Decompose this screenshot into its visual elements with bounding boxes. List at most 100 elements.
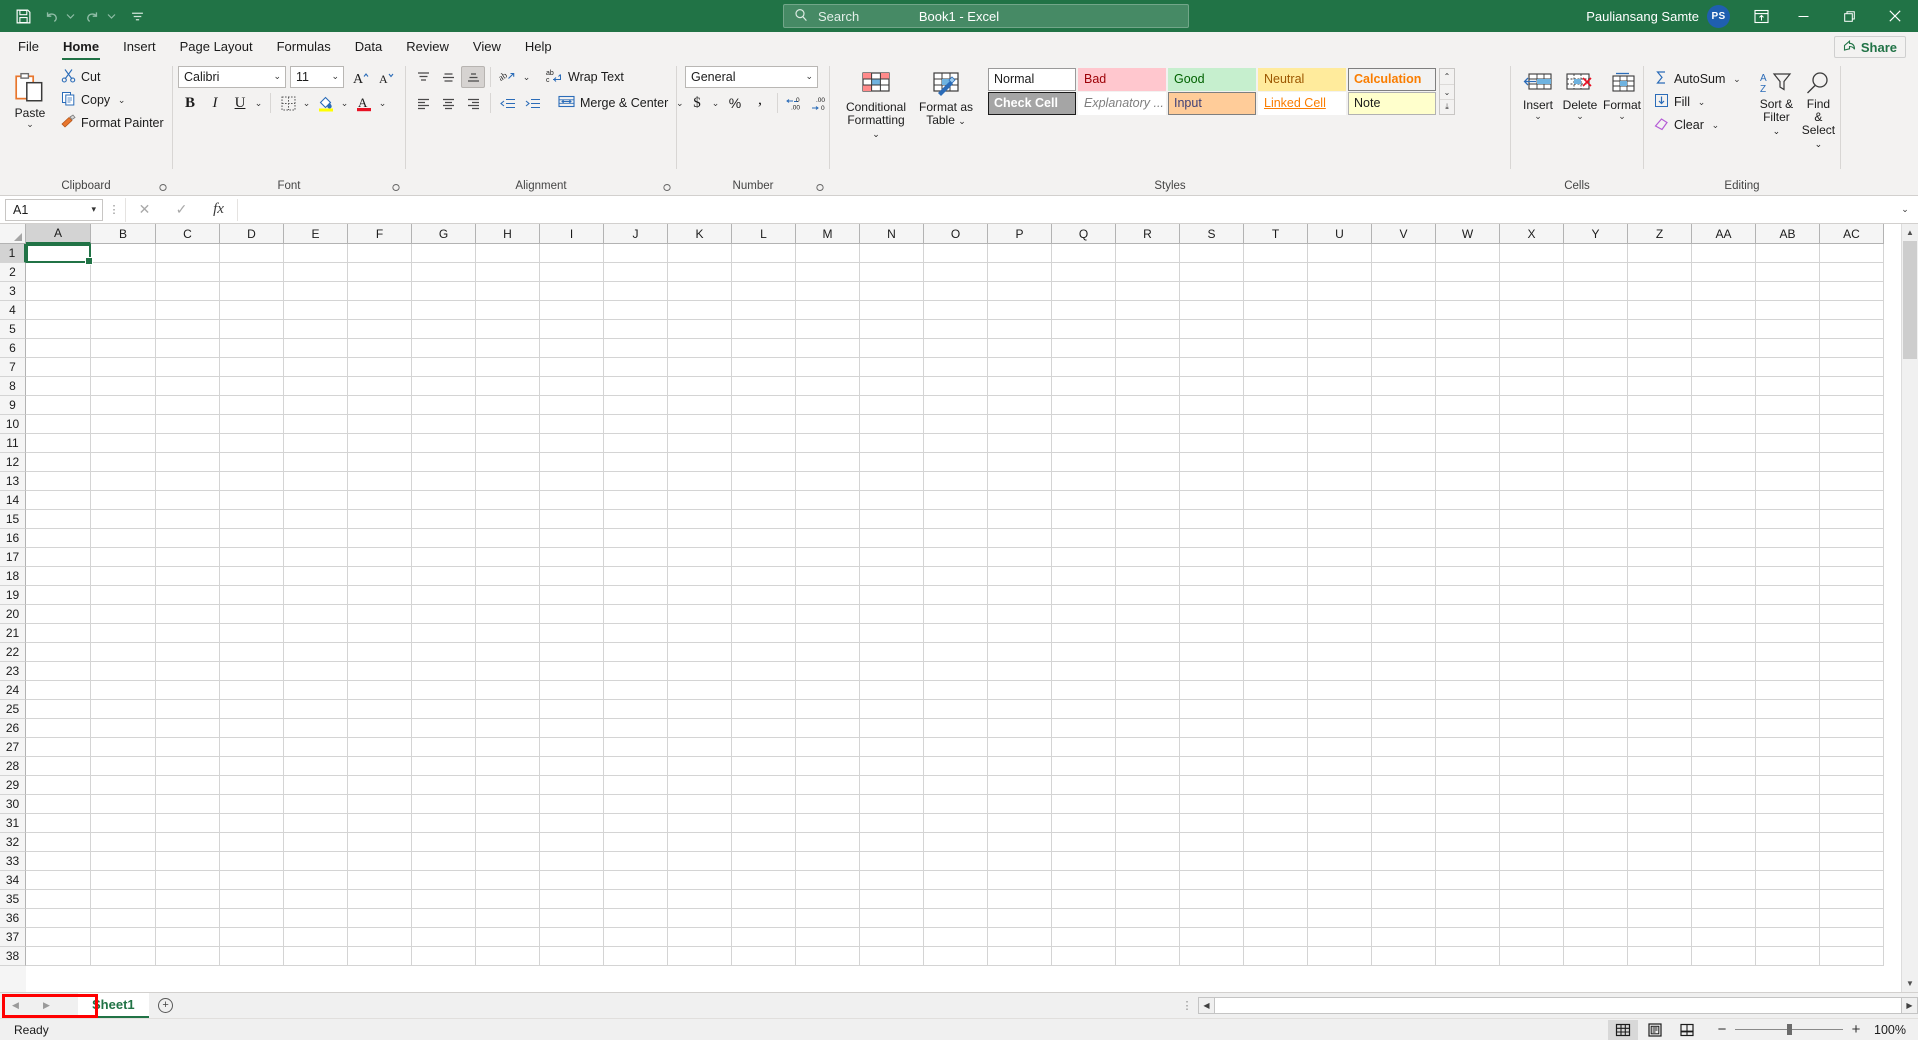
cell-D10[interactable] — [220, 415, 284, 434]
row-header-35[interactable]: 35 — [0, 890, 26, 909]
cell-H27[interactable] — [476, 738, 540, 757]
format-painter-button[interactable]: Format Painter — [57, 112, 168, 134]
cell-J31[interactable] — [604, 814, 668, 833]
cell-style-check-cell[interactable]: Check Cell — [988, 92, 1076, 115]
cell-M22[interactable] — [796, 643, 860, 662]
cell-U28[interactable] — [1308, 757, 1372, 776]
tab-formulas[interactable]: Formulas — [265, 32, 343, 60]
cell-Z20[interactable] — [1628, 605, 1692, 624]
ribbon-display-options-icon[interactable] — [1742, 0, 1780, 32]
cell-D34[interactable] — [220, 871, 284, 890]
cell-D32[interactable] — [220, 833, 284, 852]
cell-W17[interactable] — [1436, 548, 1500, 567]
cell-N34[interactable] — [860, 871, 924, 890]
cell-E35[interactable] — [284, 890, 348, 909]
cell-B3[interactable] — [91, 282, 156, 301]
cell-T36[interactable] — [1244, 909, 1308, 928]
insert-dropdown-icon[interactable]: ⌄ — [1534, 112, 1542, 121]
cell-I4[interactable] — [540, 301, 604, 320]
cell-F10[interactable] — [348, 415, 412, 434]
cell-U35[interactable] — [1308, 890, 1372, 909]
column-header-G[interactable]: G — [412, 224, 476, 244]
cell-W24[interactable] — [1436, 681, 1500, 700]
cell-U18[interactable] — [1308, 567, 1372, 586]
cell-C25[interactable] — [156, 700, 220, 719]
cell-S5[interactable] — [1180, 320, 1244, 339]
cell-AC16[interactable] — [1820, 529, 1884, 548]
tab-view[interactable]: View — [461, 32, 513, 60]
cell-T15[interactable] — [1244, 510, 1308, 529]
cell-style-bad[interactable]: Bad — [1078, 68, 1166, 91]
cell-W16[interactable] — [1436, 529, 1500, 548]
cell-X11[interactable] — [1500, 434, 1564, 453]
cell-R15[interactable] — [1116, 510, 1180, 529]
cell-I11[interactable] — [540, 434, 604, 453]
cell-Q6[interactable] — [1052, 339, 1116, 358]
cell-T16[interactable] — [1244, 529, 1308, 548]
cell-D11[interactable] — [220, 434, 284, 453]
cell-R13[interactable] — [1116, 472, 1180, 491]
cell-A2[interactable] — [26, 263, 91, 282]
cell-U15[interactable] — [1308, 510, 1372, 529]
cell-M23[interactable] — [796, 662, 860, 681]
row-header-34[interactable]: 34 — [0, 871, 26, 890]
cell-G38[interactable] — [412, 947, 476, 966]
cell-K21[interactable] — [668, 624, 732, 643]
cell-Z15[interactable] — [1628, 510, 1692, 529]
search-box[interactable]: Search — [783, 4, 1189, 28]
cell-U20[interactable] — [1308, 605, 1372, 624]
cell-E20[interactable] — [284, 605, 348, 624]
cell-B28[interactable] — [91, 757, 156, 776]
cell-M29[interactable] — [796, 776, 860, 795]
cell-G20[interactable] — [412, 605, 476, 624]
cell-S23[interactable] — [1180, 662, 1244, 681]
cell-N19[interactable] — [860, 586, 924, 605]
cell-M33[interactable] — [796, 852, 860, 871]
cell-AB36[interactable] — [1756, 909, 1820, 928]
cell-S36[interactable] — [1180, 909, 1244, 928]
cell-Q13[interactable] — [1052, 472, 1116, 491]
cell-H5[interactable] — [476, 320, 540, 339]
cell-I19[interactable] — [540, 586, 604, 605]
cell-L8[interactable] — [732, 377, 796, 396]
cell-H2[interactable] — [476, 263, 540, 282]
cell-E26[interactable] — [284, 719, 348, 738]
cell-AA17[interactable] — [1692, 548, 1756, 567]
cell-H1[interactable] — [476, 244, 540, 263]
cell-style-calculation[interactable]: Calculation — [1348, 68, 1436, 91]
cell-P2[interactable] — [988, 263, 1052, 282]
cell-L20[interactable] — [732, 605, 796, 624]
cell-Z22[interactable] — [1628, 643, 1692, 662]
cell-B34[interactable] — [91, 871, 156, 890]
cell-B4[interactable] — [91, 301, 156, 320]
paste-dropdown-icon[interactable]: ⌄ — [26, 120, 34, 129]
cell-P9[interactable] — [988, 396, 1052, 415]
cell-style-input[interactable]: Input — [1168, 92, 1256, 115]
cell-A9[interactable] — [26, 396, 91, 415]
cell-X6[interactable] — [1500, 339, 1564, 358]
cell-X35[interactable] — [1500, 890, 1564, 909]
cell-G5[interactable] — [412, 320, 476, 339]
cell-G15[interactable] — [412, 510, 476, 529]
cell-R27[interactable] — [1116, 738, 1180, 757]
cell-W23[interactable] — [1436, 662, 1500, 681]
cell-M20[interactable] — [796, 605, 860, 624]
cell-C15[interactable] — [156, 510, 220, 529]
cell-E2[interactable] — [284, 263, 348, 282]
bold-button[interactable]: B — [178, 92, 202, 114]
cell-B14[interactable] — [91, 491, 156, 510]
cell-Z17[interactable] — [1628, 548, 1692, 567]
cell-G21[interactable] — [412, 624, 476, 643]
cell-F7[interactable] — [348, 358, 412, 377]
cell-P36[interactable] — [988, 909, 1052, 928]
cell-K12[interactable] — [668, 453, 732, 472]
cell-E10[interactable] — [284, 415, 348, 434]
cell-U32[interactable] — [1308, 833, 1372, 852]
cell-Z9[interactable] — [1628, 396, 1692, 415]
cell-T19[interactable] — [1244, 586, 1308, 605]
cell-M31[interactable] — [796, 814, 860, 833]
cell-Q20[interactable] — [1052, 605, 1116, 624]
cell-E11[interactable] — [284, 434, 348, 453]
row-header-22[interactable]: 22 — [0, 643, 26, 662]
cell-S35[interactable] — [1180, 890, 1244, 909]
